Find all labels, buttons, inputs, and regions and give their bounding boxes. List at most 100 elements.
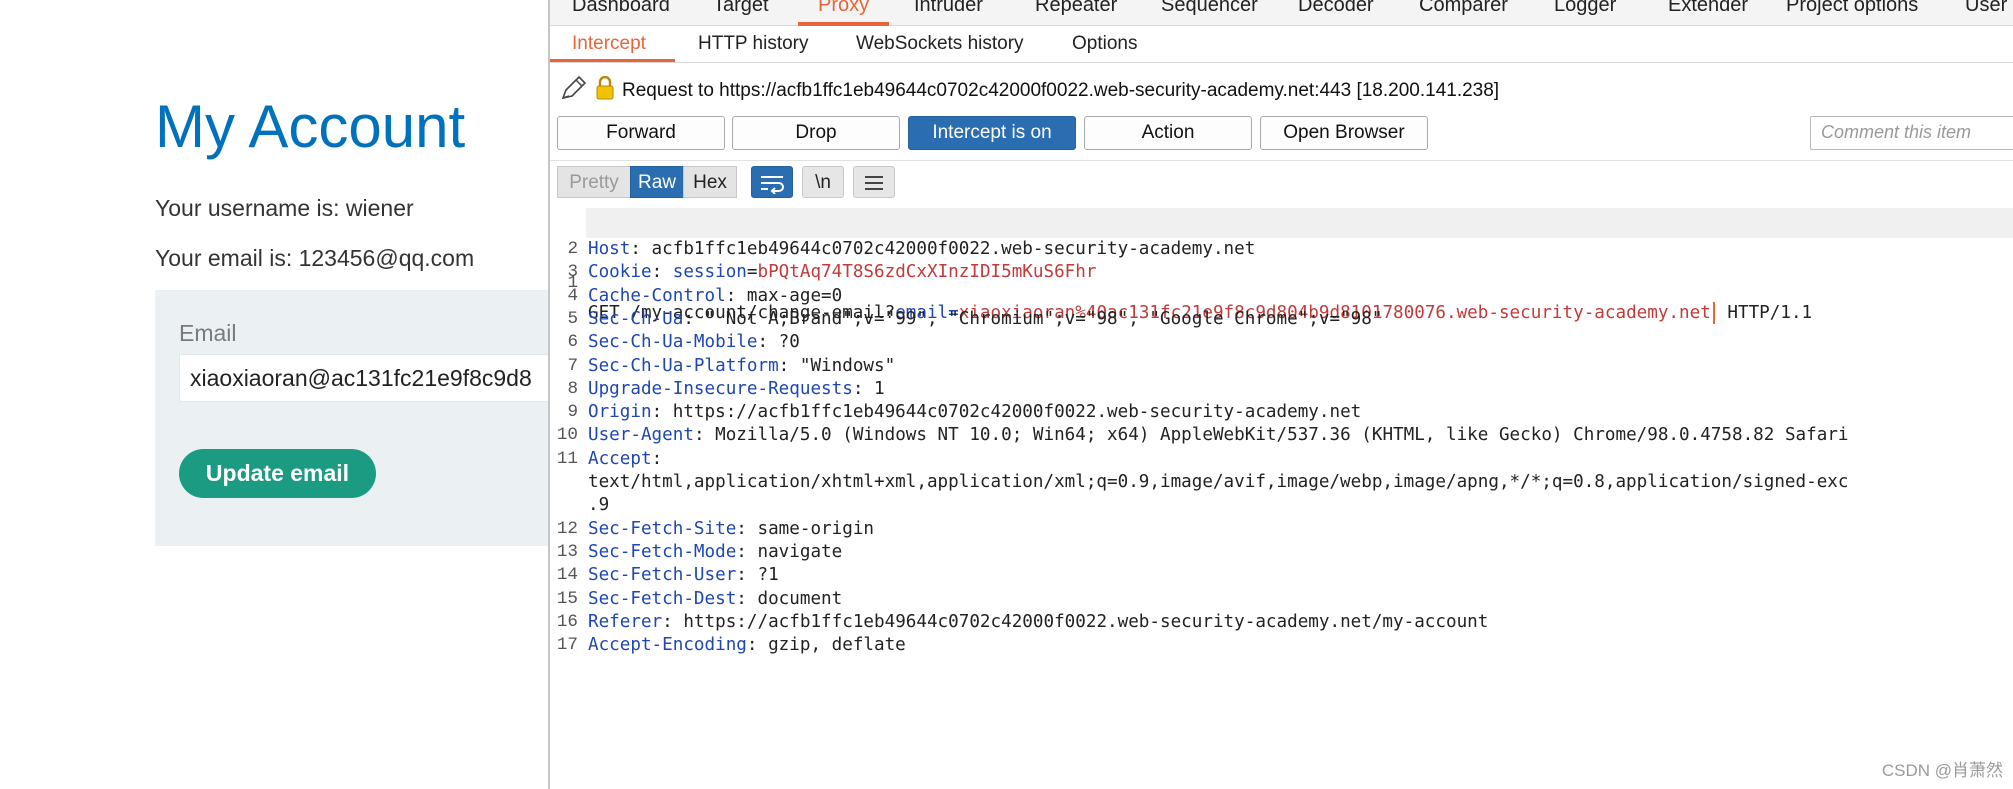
username-text: Your username is: wiener [155, 195, 414, 221]
header-name: Sec-Fetch-Dest [588, 588, 737, 609]
forward-button[interactable]: Forward [557, 116, 725, 150]
update-email-button[interactable]: Update email [179, 449, 376, 498]
header-value: text/html,application/xhtml+xml,applicat… [588, 472, 1849, 492]
tab-proxy[interactable]: Proxy [818, 0, 869, 17]
line-number: 7 [567, 355, 578, 376]
active-tab-indicator [798, 22, 889, 26]
line-text: text/html,application/xhtml+xml,applicat… [588, 471, 1849, 494]
tab-websockets-history[interactable]: WebSockets history [856, 33, 1024, 55]
text-cursor [1712, 302, 1715, 324]
header-value: : Mozilla/5.0 (Windows NT 10.0; Win64; x… [693, 425, 1849, 446]
cookie-value: bPQtAq74T8S6zdCxXInzIDI5mKuS6Fhr [757, 262, 1097, 283]
raw-view-button[interactable]: Raw [630, 166, 684, 198]
line-number: 16 [556, 611, 578, 632]
line-number: 3 [567, 262, 578, 283]
email-input[interactable]: xiaoxiaoran@ac131fc21e9f8c9d8 [179, 354, 575, 402]
line-text: Cache-Control: max-age=0 [588, 285, 842, 308]
header-value: : 1 [852, 378, 885, 399]
header-value: : acfb1ffc1eb49644c0702c42000f0022.web-s… [630, 239, 1256, 259]
header-value: : ?1 [736, 565, 779, 586]
change-email-form: Email xiaoxiaoran@ac131fc21e9f8c9d8 Upda… [155, 290, 575, 546]
header-name: Cache-Control [588, 285, 726, 306]
line-number: 11 [556, 448, 578, 469]
line-text: Upgrade-Insecure-Requests: 1 [588, 378, 885, 401]
cookie-name: session [672, 262, 747, 283]
tab-logger[interactable]: Logger [1554, 0, 1616, 17]
drop-button[interactable]: Drop [732, 116, 900, 150]
comment-input[interactable]: Comment this item [1810, 116, 2013, 150]
line-text: Accept-Encoding: gzip, deflate [588, 634, 906, 657]
tab-options[interactable]: Options [1072, 33, 1137, 55]
tab-sequencer[interactable]: Sequencer [1161, 0, 1258, 17]
line-number: 17 [556, 635, 578, 656]
web-page: My Account Your username is: wiener Your… [0, 0, 575, 789]
line-text: User-Agent: Mozilla/5.0 (Windows NT 10.0… [588, 424, 1849, 447]
header-value: : document [736, 588, 843, 609]
header-value: : https://acfb1ffc1eb49644c0702c42000f00… [651, 402, 1362, 423]
wrap-lines-icon[interactable] [751, 166, 793, 198]
tab-http-history[interactable]: HTTP history [698, 33, 809, 55]
request-editor[interactable]: 1 GET /my-account/change-email?email=xia… [550, 208, 2013, 789]
tab-intruder[interactable]: Intruder [914, 0, 983, 17]
line-number: 8 [567, 378, 578, 399]
open-browser-button[interactable]: Open Browser [1260, 116, 1428, 150]
page-title: My Account [155, 93, 466, 160]
header-name: Sec-Ch-Ua-Mobile [588, 332, 758, 353]
request-target-bar: Request to https://acfb1ffc1eb49644c0702… [560, 75, 1500, 107]
hex-view-button[interactable]: Hex [683, 166, 737, 198]
tab-project-options[interactable]: Project options [1786, 0, 1918, 17]
email-text: Your email is: 123456@qq.com [155, 245, 475, 271]
line-text: Sec-Fetch-Dest: document [588, 588, 842, 611]
pencil-icon[interactable] [560, 75, 588, 107]
tab-dashboard[interactable]: Dashboard [572, 0, 670, 17]
header-name: Cookie [588, 262, 652, 283]
tab-intercept[interactable]: Intercept [572, 33, 646, 55]
tab-target[interactable]: Target [713, 0, 769, 17]
header-name: Sec-Ch-Ua [588, 308, 684, 329]
burp-window: Dashboard Target Proxy Intruder Repeater… [548, 0, 2013, 789]
tab-user-options[interactable]: User o [1965, 0, 2013, 17]
header-value: : https://acfb1ffc1eb49644c0702c42000f00… [662, 611, 1489, 632]
line-number: 5 [567, 308, 578, 329]
active-subtab-indicator [550, 59, 675, 62]
intercept-toolbar: Forward Drop Intercept is on Action Open… [557, 116, 2013, 150]
line-text: Sec-Ch-Ua: " Not A;Brand";v="99", "Chrom… [588, 308, 1382, 331]
header-value: : "Windows" [778, 355, 896, 376]
tab-decoder[interactable]: Decoder [1298, 0, 1374, 17]
main-tab-bar: Dashboard Target Proxy Intruder Repeater… [550, 0, 2013, 26]
line-text: Sec-Fetch-Site: same-origin [588, 518, 874, 541]
line-text: Sec-Fetch-Mode: navigate [588, 541, 842, 564]
line-text: Host: acfb1ffc1eb49644c0702c42000f0022.w… [588, 238, 1255, 261]
line-text: Sec-Fetch-User: ?1 [588, 564, 779, 587]
action-button[interactable]: Action [1084, 116, 1252, 150]
intercept-toggle-button[interactable]: Intercept is on [908, 116, 1076, 150]
header-name: Upgrade-Insecure-Requests [588, 378, 853, 399]
pretty-view-button[interactable]: Pretty [557, 166, 631, 198]
menu-icon[interactable] [853, 166, 895, 198]
header-name: Sec-Ch-Ua-Platform [588, 355, 779, 376]
tab-extender[interactable]: Extender [1668, 0, 1748, 17]
header-name: Referer [588, 611, 663, 632]
line-text: Sec-Ch-Ua-Platform: "Windows" [588, 355, 895, 378]
request-line: 1 GET /my-account/change-email?email=xia… [550, 208, 2013, 324]
proxy-sub-tab-bar: Intercept HTTP history WebSockets histor… [550, 27, 2013, 63]
divider [550, 160, 2013, 161]
header-value: : " Not A;Brand";v="99", "Chromium";v="9… [683, 308, 1383, 329]
header-value: : gzip, deflate [746, 635, 906, 656]
line-text: Referer: https://acfb1ffc1eb49644c0702c4… [588, 611, 1488, 634]
line-number: 14 [556, 565, 578, 586]
header-name: Sec-Fetch-Site [588, 518, 737, 539]
line-text: Accept: [588, 448, 662, 471]
tab-comparer[interactable]: Comparer [1419, 0, 1508, 17]
current-line-highlight [586, 208, 2013, 238]
header-name: Origin [588, 402, 652, 423]
show-newlines-button[interactable]: \n [802, 166, 844, 198]
header-name: User-Agent [588, 425, 694, 446]
request-target-label: Request to https://acfb1ffc1eb49644c0702… [622, 80, 1500, 101]
line-number: 15 [556, 588, 578, 609]
header-name: Sec-Fetch-Mode [588, 541, 737, 562]
tab-repeater[interactable]: Repeater [1035, 0, 1117, 17]
watermark: CSDN @肖萧然 [1881, 761, 2003, 780]
header-name: Sec-Fetch-User [588, 565, 737, 586]
header-value: : [651, 262, 673, 283]
